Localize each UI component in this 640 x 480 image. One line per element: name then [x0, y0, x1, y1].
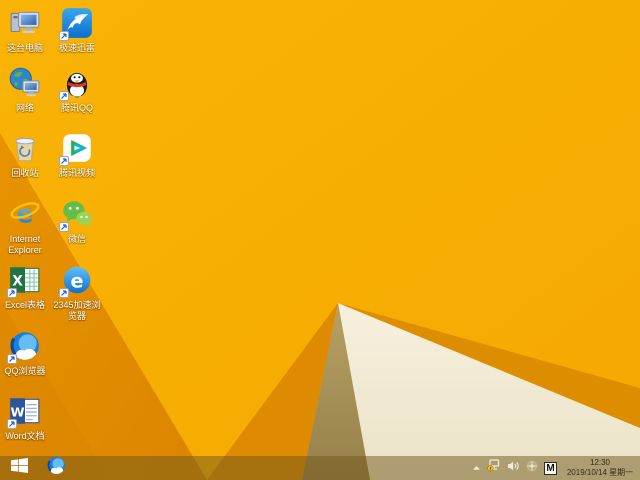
shortcut-arrow-icon [7, 288, 17, 298]
desktop-icon-2345-browser[interactable]: e 2345加速浏览器 [52, 263, 102, 322]
tray-app-button[interactable] [526, 459, 538, 477]
svg-text:e: e [71, 269, 84, 292]
taskbar-qq-browser-button[interactable] [38, 456, 74, 480]
volume-tray[interactable] [507, 459, 520, 477]
excel-icon: X [7, 263, 42, 298]
this-pc-icon [8, 6, 42, 40]
shortcut-arrow-icon [59, 288, 69, 298]
recycle-bin-icon [8, 131, 42, 165]
2345-browser-icon: e [59, 263, 94, 298]
clock-date: 2019/10/14 星期一 [566, 468, 634, 477]
desktop-icon-qq-browser[interactable]: QQ浏览器 [0, 329, 50, 377]
qq-browser-icon [46, 455, 67, 480]
desktop-icon-label: QQ浏览器 [4, 366, 46, 376]
shortcut-arrow-icon [59, 156, 69, 166]
shortcut-arrow-icon [7, 354, 17, 364]
shortcut-arrow-icon [59, 31, 69, 41]
desktop-icon-label: 极速迅雷 [58, 43, 95, 53]
desktop-icon-label: 微信 [67, 234, 86, 244]
svg-text:X: X [12, 273, 23, 289]
word-icon: W [7, 394, 42, 429]
taskbar: M 12:30 2019/10/14 星期一 [0, 456, 640, 480]
qq-penguin-icon [59, 66, 94, 101]
wechat-icon [59, 197, 94, 232]
shortcut-arrow-icon [59, 222, 69, 232]
tencent-video-icon [59, 131, 94, 166]
desktop-icon-network[interactable]: 网络 [0, 66, 50, 114]
desktop-icon-this-pc[interactable]: 这台电脑 [0, 6, 50, 54]
show-hidden-icons-button[interactable] [472, 459, 481, 477]
desktop-icon-label: Excel表格 [4, 300, 45, 310]
network-status-tray[interactable] [487, 459, 501, 477]
shortcut-arrow-icon [7, 419, 17, 429]
desktop-icon-recycle-bin[interactable]: 回收站 [0, 131, 50, 179]
windows-logo-icon [10, 458, 28, 478]
taskbar-clock[interactable]: 12:30 2019/10/14 星期一 [563, 458, 637, 478]
start-button[interactable] [0, 456, 38, 480]
desktop-icon-label: 腾讯视频 [58, 168, 95, 178]
desktop-icon-label: Internet Explorer [8, 234, 42, 255]
desktop-icon-label: 回收站 [11, 168, 39, 178]
desktop-icon-label: Word文档 [5, 431, 45, 441]
desktop-icon-label: 腾讯QQ [60, 103, 93, 113]
desktop-icon-label: 这台电脑 [6, 43, 43, 53]
shortcut-arrow-icon [59, 91, 69, 101]
desktop-icon-tencent-video[interactable]: 腾讯视频 [52, 131, 102, 179]
network-globe-icon [8, 66, 42, 100]
desktop-icon-excel[interactable]: X Excel表格 [0, 263, 50, 311]
network-warning-icon [487, 459, 501, 477]
xunlei-bird-icon [59, 6, 94, 41]
system-tray: M 12:30 2019/10/14 星期一 [472, 458, 640, 478]
desktop-icon-tencent-qq[interactable]: 腾讯QQ [52, 66, 102, 114]
desktop-icon-label: 网络 [15, 103, 34, 113]
ie-icon: e [8, 197, 42, 231]
desktop[interactable]: 这台电脑 极速迅雷 网络 腾讯QQ 回收站 腾讯视频 e Internet Ex… [0, 0, 640, 480]
chevron-up-icon [472, 459, 481, 477]
desktop-icon-label: 2345加速浏览器 [53, 300, 101, 321]
qq-browser-icon [7, 329, 42, 364]
clock-time: 12:30 [589, 458, 611, 467]
desktop-icon-wechat[interactable]: 微信 [52, 197, 102, 245]
volume-icon [507, 459, 520, 477]
desktop-icon-xunlei-speed[interactable]: 极速迅雷 [52, 6, 102, 54]
desktop-icon-internet-explorer[interactable]: e Internet Explorer [0, 197, 50, 256]
tray-app-icon [526, 459, 538, 477]
desktop-icon-word[interactable]: W Word文档 [0, 394, 50, 442]
input-method-indicator[interactable]: M [544, 461, 557, 475]
